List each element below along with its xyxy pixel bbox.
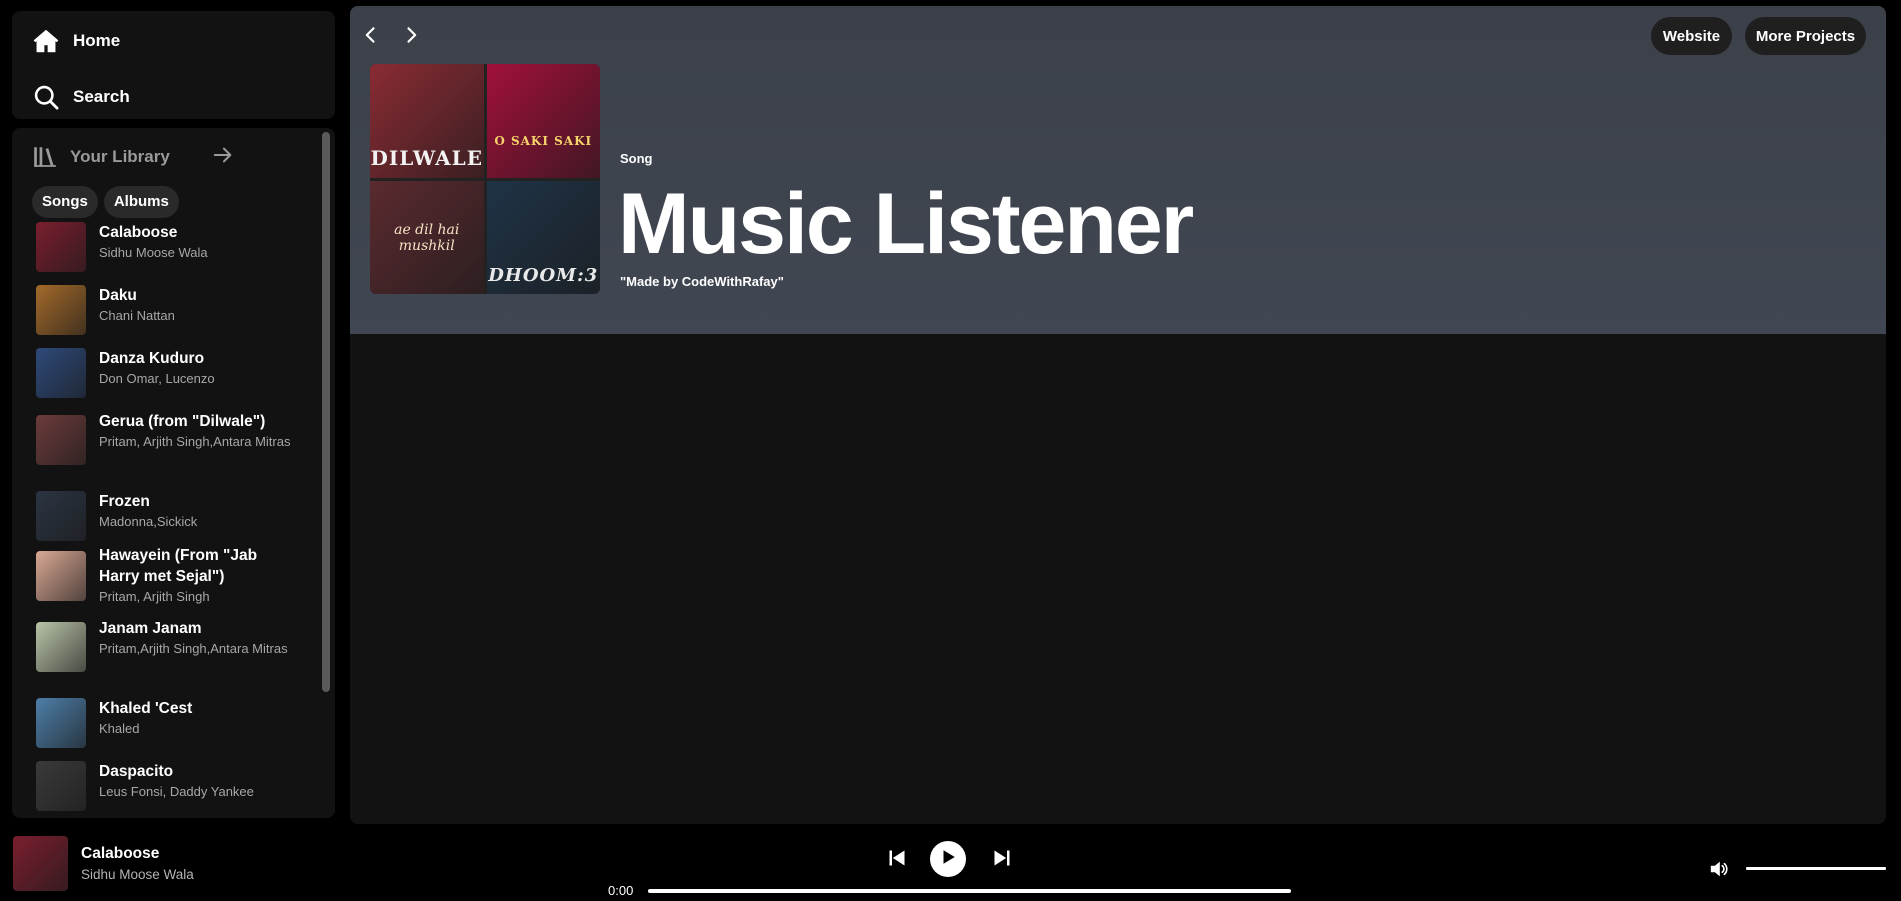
player-bar: Calaboose Sidhu Moose Wala 0:00	[0, 826, 1901, 901]
song-title: Daku	[99, 287, 137, 304]
song-title: Danza Kuduro	[99, 350, 205, 367]
hero-banner: Website More Projects DILWALE O SAKI SAK…	[350, 6, 1886, 334]
cover-tile: DHOOM:3	[486, 180, 600, 294]
hero-cover-mosaic: DILWALE O SAKI SAKI ae dil hai mushkil D…	[370, 64, 600, 294]
page-title: Music Listener	[618, 176, 1194, 272]
nav-home-label: Home	[73, 31, 121, 50]
volume-slider[interactable]	[1746, 867, 1886, 870]
song-artist: Sidhu Moose Wala	[99, 245, 208, 260]
play-button[interactable]	[930, 841, 966, 877]
song-cover	[36, 285, 86, 335]
song-artist: Khaled	[99, 721, 140, 736]
cover-tile-caption: O SAKI SAKI	[494, 133, 593, 148]
song-title: Frozen	[99, 493, 150, 510]
song-artist: Chani Nattan	[99, 308, 175, 323]
song-cover	[36, 551, 86, 601]
library-icon	[32, 144, 58, 170]
chip-songs[interactable]: Songs	[32, 186, 98, 218]
list-item[interactable]: Daku Chani Nattan	[12, 283, 322, 335]
song-artist: Leus Fonsi, Daddy Yankee	[99, 784, 254, 799]
song-artist: Pritam, Arjith Singh,Antara Mitras	[99, 434, 291, 449]
sidebar-nav: Home Search	[12, 11, 335, 119]
list-item[interactable]: Frozen Madonna,Sickick	[12, 489, 322, 541]
song-title: Gerua (from "Dilwale")	[99, 413, 266, 430]
cover-tile: ae dil hai mushkil	[370, 180, 484, 294]
song-artist: Madonna,Sickick	[99, 514, 198, 529]
play-icon	[939, 848, 957, 871]
cover-tile: O SAKI SAKI	[486, 64, 600, 178]
list-item[interactable]: Danza Kuduro Don Omar, Lucenzo	[12, 346, 322, 398]
song-cover	[36, 415, 86, 465]
song-title: Hawayein (From "Jab Harry met Sejal")	[99, 547, 258, 585]
skip-next-icon	[992, 848, 1012, 873]
now-playing-artist[interactable]: Sidhu Moose Wala	[81, 867, 194, 882]
current-time: 0:00	[608, 883, 634, 898]
song-title: Calaboose	[99, 224, 178, 241]
hero-subtitle: "Made by CodeWithRafay"	[620, 274, 784, 289]
chevron-right-icon	[401, 25, 421, 50]
chip-albums[interactable]: Albums	[103, 186, 179, 218]
song-cover	[36, 348, 86, 398]
arrow-right-icon	[212, 144, 234, 171]
list-item[interactable]: Janam Janam Pritam,Arjith Singh,Antara Mi…	[12, 616, 322, 672]
list-item[interactable]: Hawayein (From "Jab Harry met Sejal") Pri…	[12, 543, 322, 606]
song-title: Khaled 'Cest	[99, 700, 193, 717]
song-cover	[36, 622, 86, 672]
volume-fill	[1746, 867, 1886, 870]
song-title: Daspacito	[99, 763, 174, 780]
cover-tile-caption: DHOOM:3	[488, 265, 599, 286]
nav-search[interactable]: Search	[32, 77, 130, 117]
library-expand-button[interactable]	[204, 138, 242, 176]
library-panel: Your Library Songs Albums Calaboose Sidhu…	[12, 128, 335, 818]
song-title: Janam Janam	[99, 620, 202, 637]
nav-search-label: Search	[73, 87, 130, 106]
search-icon	[32, 83, 60, 111]
previous-button[interactable]	[882, 845, 912, 875]
more-projects-button[interactable]: More Projects	[1745, 17, 1866, 55]
now-playing-cover	[13, 836, 68, 891]
volume-icon	[1709, 861, 1729, 882]
song-artist: Pritam,Arjith Singh,Antara Mitras	[99, 641, 288, 656]
library-title: Your Library	[70, 147, 170, 166]
skip-previous-icon	[887, 848, 907, 873]
list-item[interactable]: Calaboose Sidhu Moose Wala	[12, 220, 322, 272]
now-playing-title[interactable]: Calaboose	[81, 845, 159, 863]
chevron-left-icon	[361, 25, 381, 50]
list-item[interactable]: Gerua (from "Dilwale") Pritam, Arjith Sin…	[12, 409, 322, 465]
forward-button[interactable]	[396, 22, 426, 52]
library-scrollbar[interactable]	[322, 132, 330, 692]
cover-tile-caption: DILWALE	[370, 145, 483, 170]
library-filter-chips: Songs Albums	[32, 186, 179, 218]
cover-tile: DILWALE	[370, 64, 484, 178]
song-artist: Don Omar, Lucenzo	[99, 371, 215, 386]
song-cover	[36, 761, 86, 811]
song-cover	[36, 491, 86, 541]
main-panel: Website More Projects DILWALE O SAKI SAK…	[350, 6, 1886, 824]
volume-button[interactable]	[1709, 860, 1729, 878]
nav-home[interactable]: Home	[32, 21, 120, 61]
cover-tile-caption: ae dil hai mushkil	[394, 222, 460, 254]
library-header[interactable]: Your Library	[32, 137, 170, 177]
history-nav	[356, 22, 426, 52]
progress-bar[interactable]	[648, 889, 1291, 893]
next-button[interactable]	[987, 845, 1017, 875]
hero-type-label: Song	[620, 151, 653, 166]
home-icon	[32, 27, 60, 55]
song-cover	[36, 698, 86, 748]
song-list: Calaboose Sidhu Moose Wala Daku Chani Natt…	[12, 220, 322, 818]
back-button[interactable]	[356, 22, 386, 52]
song-artist: Pritam, Arjith Singh	[99, 589, 210, 604]
list-item[interactable]: Daspacito Leus Fonsi, Daddy Yankee	[12, 759, 322, 811]
song-cover	[36, 222, 86, 272]
website-button[interactable]: Website	[1651, 17, 1732, 55]
list-item[interactable]: Khaled 'Cest Khaled	[12, 696, 322, 748]
